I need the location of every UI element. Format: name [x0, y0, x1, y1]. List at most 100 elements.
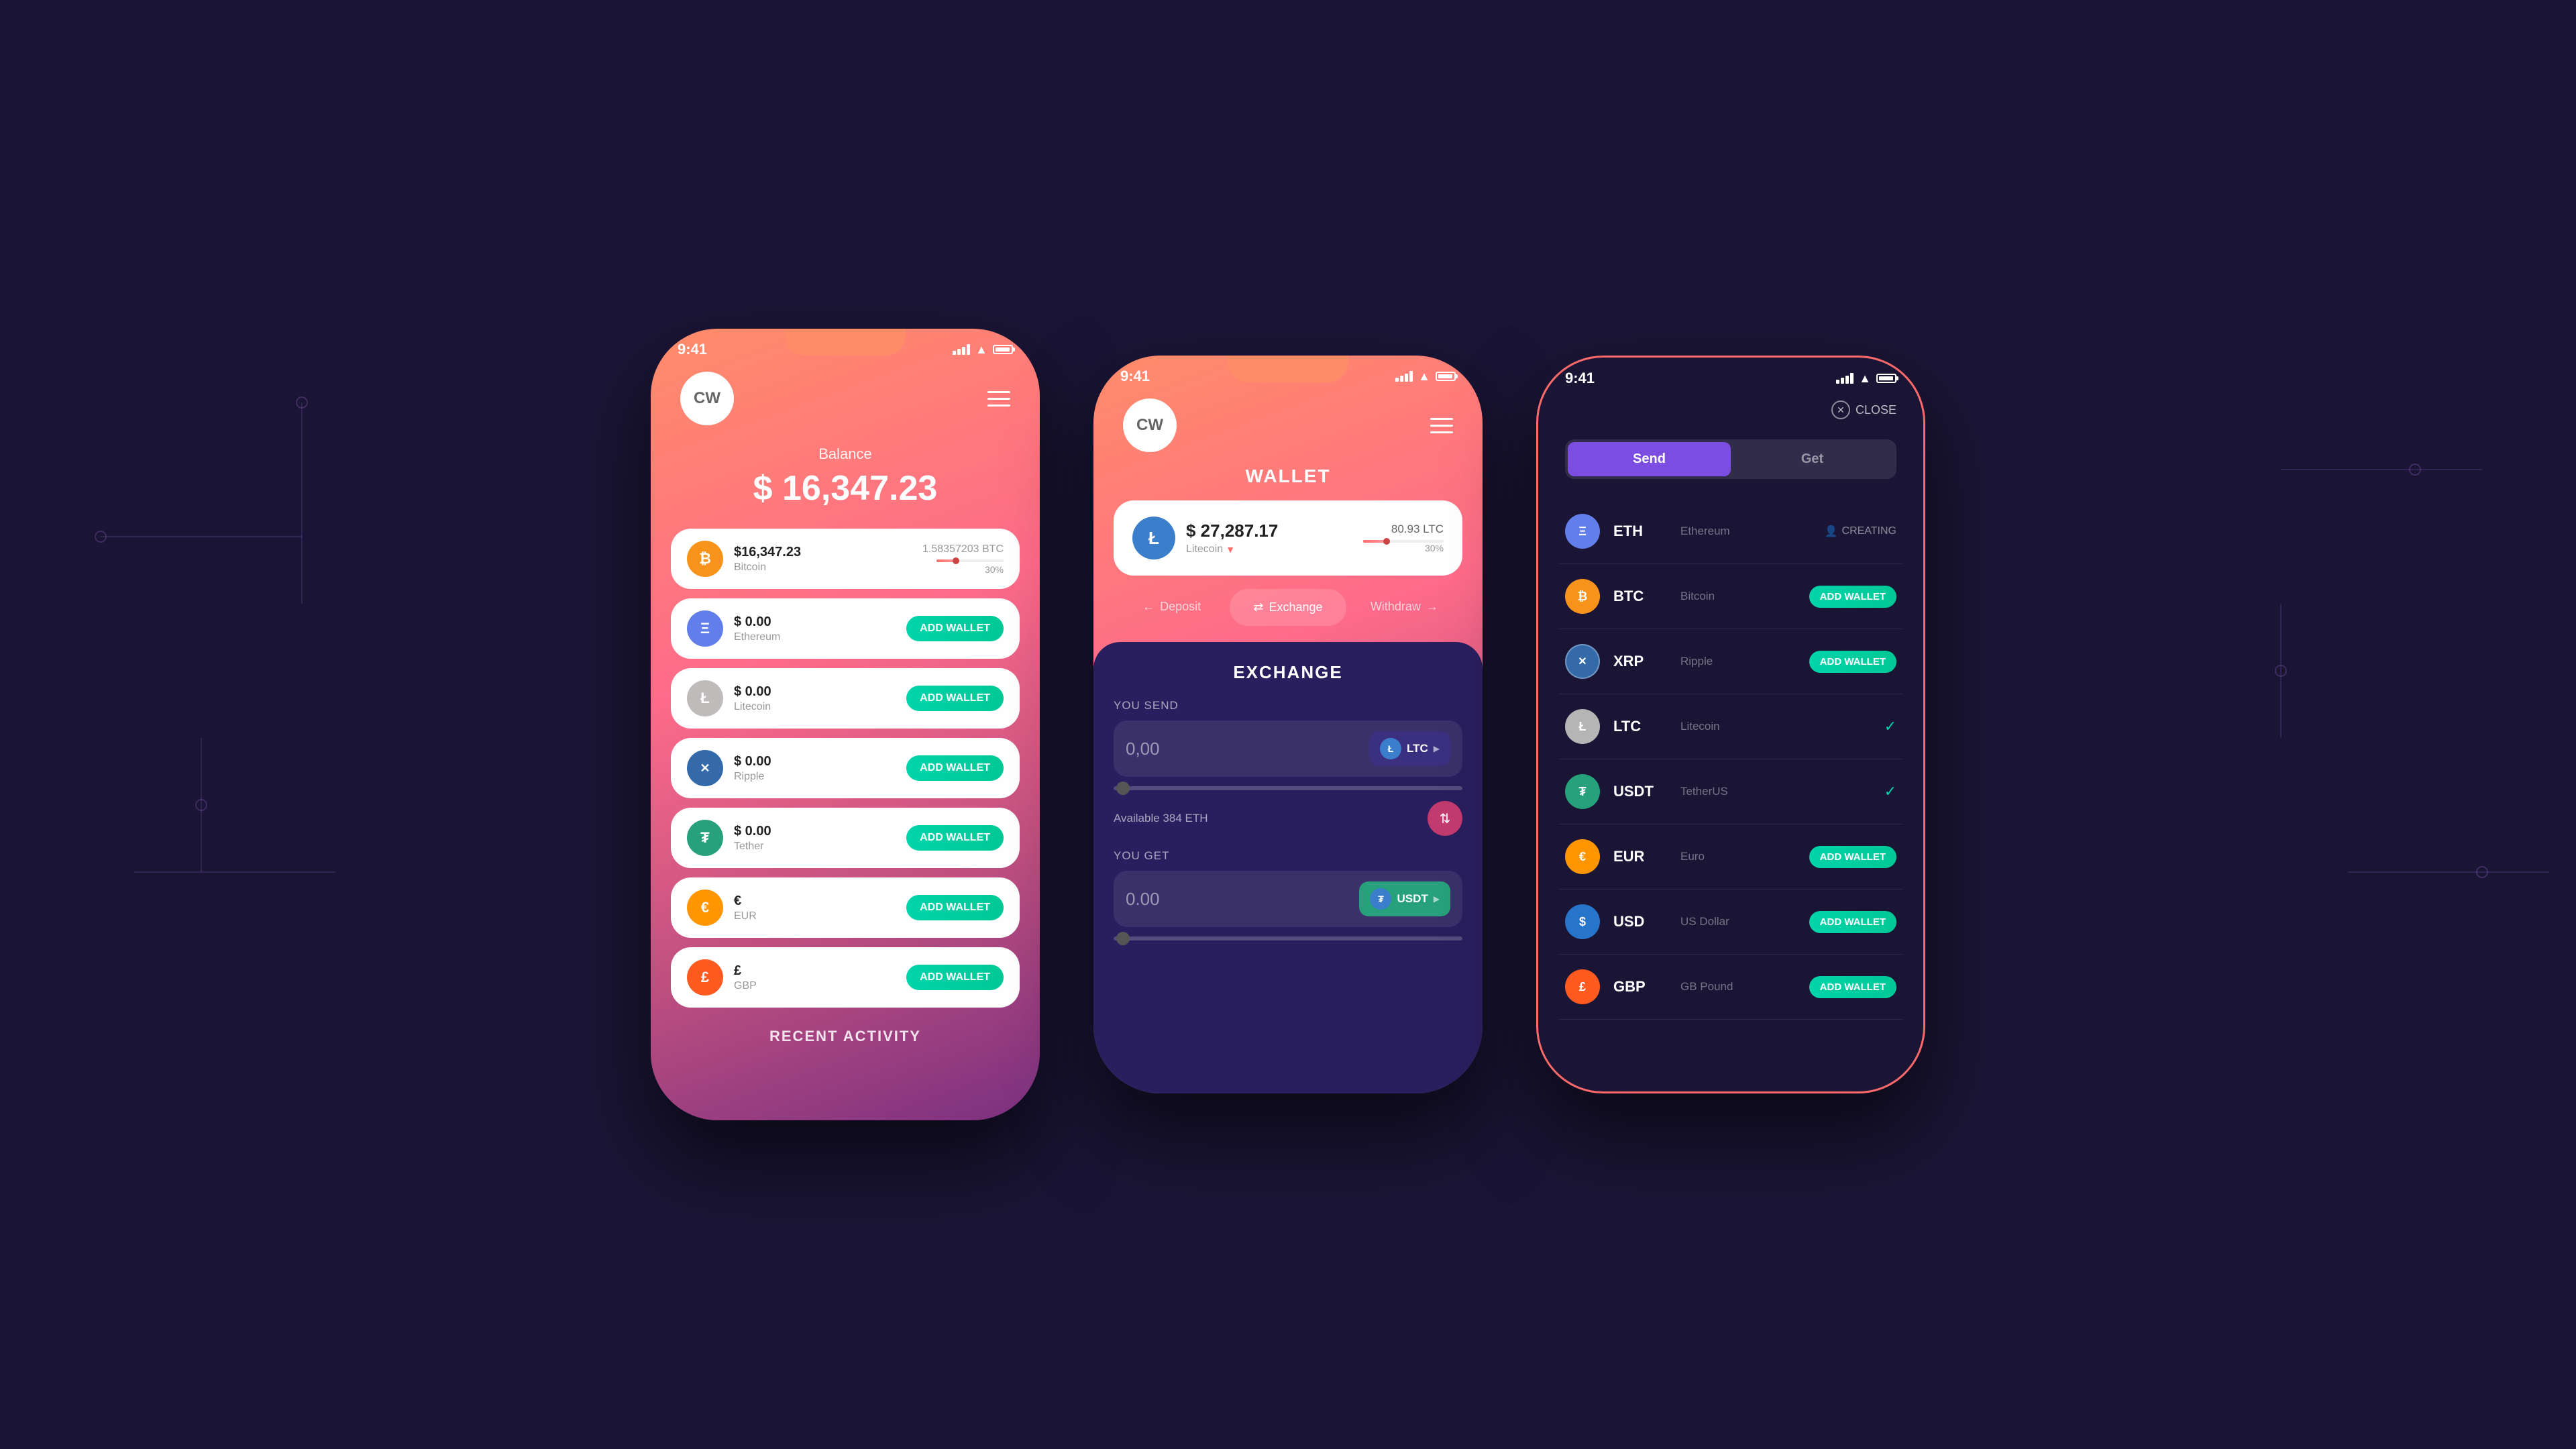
crypto-list: ₿ $16,347.23 Bitcoin 1.58357203 BTC 30%	[651, 529, 1040, 1008]
you-get-slider-handle	[1116, 932, 1130, 945]
phone2-time: 9:41	[1120, 368, 1150, 385]
btc-name: Bitcoin	[734, 561, 912, 574]
currency-row-usdt[interactable]: ₮ USDT TetherUS ✓	[1558, 759, 1903, 824]
phone2-header: CW	[1093, 385, 1483, 466]
phone1-header: CW	[651, 358, 1040, 439]
eth-code: ETH	[1613, 523, 1667, 540]
close-button[interactable]: ✕ CLOSE	[1831, 400, 1896, 419]
withdraw-tab[interactable]: Withdraw →	[1346, 589, 1462, 626]
deposit-tab[interactable]: ← Deposit	[1114, 589, 1230, 626]
phone2-wifi-icon: ▲	[1418, 370, 1430, 384]
you-get-currency-btn[interactable]: ₮ USDT ▶	[1359, 881, 1450, 916]
btc-add-wallet-button[interactable]: ADD WALLET	[1809, 586, 1896, 608]
xrp-add-wallet-button[interactable]: ADD WALLET	[906, 755, 1004, 781]
get-tab[interactable]: Get	[1731, 442, 1894, 476]
btc-icon: ₿	[687, 541, 723, 577]
currency-row-usd[interactable]: $ USD US Dollar ADD WALLET	[1558, 890, 1903, 955]
battery-icon	[993, 345, 1013, 354]
crypto-card-tether[interactable]: ₮ $ 0.00 Tether ADD WALLET	[671, 808, 1020, 868]
eur-add-wallet-button[interactable]: ADD WALLET	[1809, 846, 1896, 868]
hamburger-menu-button[interactable]	[987, 391, 1010, 407]
crypto-card-eur[interactable]: € € EUR ADD WALLET	[671, 877, 1020, 938]
eth-icon: Ξ	[687, 610, 723, 647]
crypto-card-eth[interactable]: Ξ $ 0.00 Ethereum ADD WALLET	[671, 598, 1020, 659]
crypto-card-gbp[interactable]: £ £ GBP ADD WALLET	[671, 947, 1020, 1008]
exchange-tab[interactable]: ⇄ Exchange	[1230, 589, 1346, 626]
usd-add-wallet-button[interactable]: ADD WALLET	[1809, 911, 1896, 933]
xrp-amount: $ 0.00	[734, 754, 896, 769]
you-get-slider[interactable]	[1114, 936, 1462, 941]
phone-1-wallet: 9:41 ▲ CW Balance $ 16,347.23	[651, 329, 1040, 1120]
eur-code: EUR	[1613, 848, 1667, 865]
phone2-logo: CW	[1123, 398, 1177, 452]
gbp-action[interactable]: ADD WALLET	[1809, 976, 1896, 998]
you-send-slider[interactable]	[1114, 786, 1462, 790]
tether-name: Tether	[734, 841, 896, 853]
phone2-hamburger-button[interactable]	[1430, 418, 1453, 433]
wallet-card-litecoin[interactable]: Ł $ 27,287.17 Litecoin ▼ 80.93 LTC 30%	[1114, 500, 1462, 576]
send-tab[interactable]: Send	[1568, 442, 1731, 476]
you-get-usdt-icon: ₮	[1370, 888, 1391, 910]
tether-amount: $ 0.00	[734, 824, 896, 839]
eur-add-wallet-button[interactable]: ADD WALLET	[906, 895, 1004, 920]
currency-row-eur[interactable]: € EUR Euro ADD WALLET	[1558, 824, 1903, 890]
signal-icon	[953, 344, 970, 355]
btc-code: BTC	[1613, 588, 1667, 605]
usdt-code: USDT	[1613, 783, 1667, 800]
tether-add-wallet-button[interactable]: ADD WALLET	[906, 825, 1004, 851]
ltc-coin-icon: Ł	[1565, 709, 1600, 744]
btc-btc-amount: 1.58357203 BTC	[922, 543, 1004, 555]
recent-activity-label: RECENT ACTIVITY	[651, 1008, 1040, 1059]
btc-amount: $16,347.23	[734, 545, 912, 560]
xrp-code: XRP	[1613, 653, 1667, 670]
tether-icon: ₮	[687, 820, 723, 856]
wallet-ltc-amount: 80.93 LTC	[1363, 523, 1444, 536]
eth-add-wallet-button[interactable]: ADD WALLET	[906, 616, 1004, 641]
swap-button[interactable]: ⇅	[1428, 801, 1462, 836]
you-get-label: YOU GET	[1114, 849, 1462, 863]
wallet-ltc-dropdown-icon: ▼	[1226, 544, 1235, 555]
currency-row-eth[interactable]: Ξ ETH Ethereum 👤 CREATING	[1558, 499, 1903, 564]
phone2-signal-icon	[1395, 371, 1413, 382]
you-send-input-row[interactable]: 0,00 Ł LTC ▶	[1114, 720, 1462, 777]
eth-fullname: Ethereum	[1680, 525, 1811, 538]
crypto-card-ltc[interactable]: Ł $ 0.00 Litecoin ADD WALLET	[671, 668, 1020, 729]
ltc-icon: Ł	[687, 680, 723, 716]
phone3-signal-icon	[1836, 373, 1854, 384]
deposit-arrow-icon: ←	[1142, 600, 1155, 614]
phone3-notch	[1670, 358, 1791, 384]
ltc-fullname: Litecoin	[1680, 720, 1871, 733]
xrp-action[interactable]: ADD WALLET	[1809, 651, 1896, 673]
gbp-amount: £	[734, 963, 896, 979]
gbp-info: £ GBP	[734, 963, 896, 992]
gbp-add-wallet-button[interactable]: ADD WALLET	[906, 965, 1004, 990]
crypto-card-btc[interactable]: ₿ $16,347.23 Bitcoin 1.58357203 BTC 30%	[671, 529, 1020, 589]
you-send-currency-btn[interactable]: Ł LTC ▶	[1369, 731, 1450, 766]
you-get-currency-arrow-icon: ▶	[1434, 894, 1440, 904]
close-circle-icon: ✕	[1831, 400, 1850, 419]
crypto-card-xrp[interactable]: ✕ $ 0.00 Ripple ADD WALLET	[671, 738, 1020, 798]
xrp-add-wallet-button[interactable]: ADD WALLET	[1809, 651, 1896, 673]
usd-fullname: US Dollar	[1680, 915, 1796, 928]
close-label: CLOSE	[1856, 403, 1896, 417]
you-send-currency-label: LTC	[1407, 742, 1428, 755]
action-tabs: ← Deposit ⇄ Exchange Withdraw →	[1114, 589, 1462, 626]
currency-row-ltc[interactable]: Ł LTC Litecoin ✓	[1558, 694, 1903, 759]
btc-fullname: Bitcoin	[1680, 590, 1796, 603]
eth-action: 👤 CREATING	[1825, 525, 1896, 538]
eur-action[interactable]: ADD WALLET	[1809, 846, 1896, 868]
wallet-card-info: $ 27,287.17 Litecoin ▼	[1186, 521, 1352, 555]
currency-row-gbp[interactable]: £ GBP GB Pound ADD WALLET	[1558, 955, 1903, 1020]
ltc-add-wallet-button[interactable]: ADD WALLET	[906, 686, 1004, 711]
balance-section: Balance $ 16,347.23	[651, 439, 1040, 529]
you-get-input-row[interactable]: 0.00 ₮ USDT ▶	[1114, 871, 1462, 927]
btc-action[interactable]: ADD WALLET	[1809, 586, 1896, 608]
deposit-label: Deposit	[1160, 600, 1201, 614]
usd-action[interactable]: ADD WALLET	[1809, 911, 1896, 933]
btc-right: 1.58357203 BTC 30%	[922, 543, 1004, 575]
currency-row-btc[interactable]: ₿ BTC Bitcoin ADD WALLET	[1558, 564, 1903, 629]
tether-info: $ 0.00 Tether	[734, 824, 896, 853]
gbp-add-wallet-button[interactable]: ADD WALLET	[1809, 976, 1896, 998]
eur-name: EUR	[734, 910, 896, 922]
currency-row-xrp[interactable]: ✕ XRP Ripple ADD WALLET	[1558, 629, 1903, 694]
